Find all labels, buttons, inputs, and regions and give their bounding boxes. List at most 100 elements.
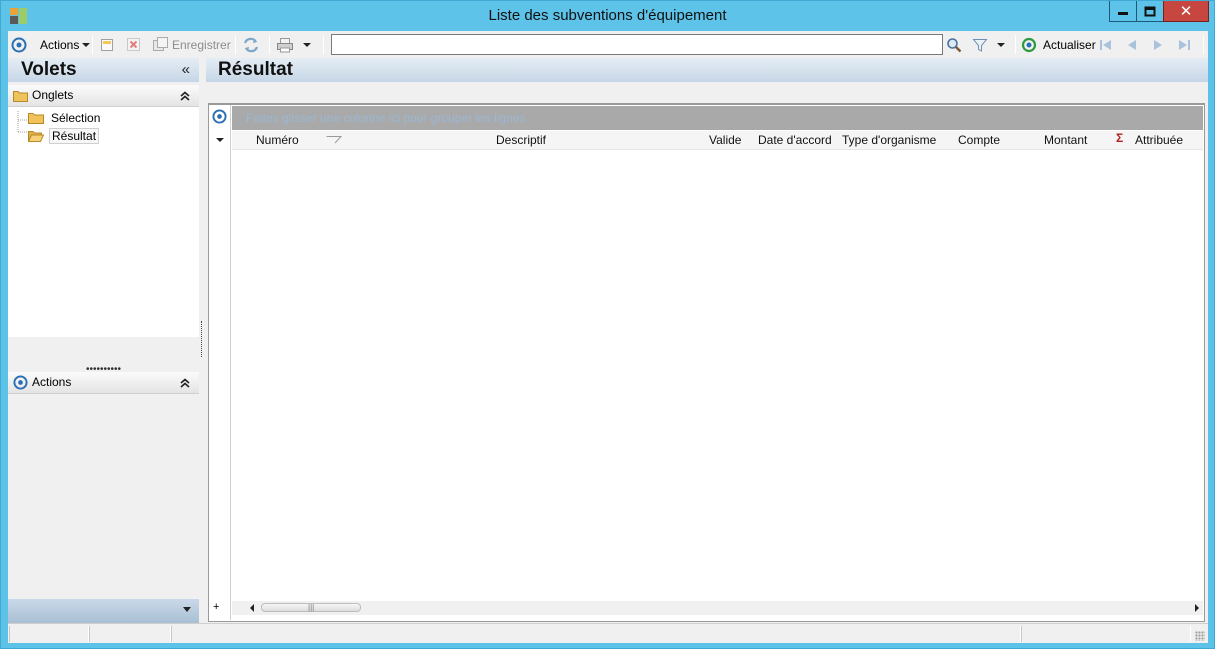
- onglets-tree: Sélection Résultat: [8, 107, 199, 337]
- client-area: Actions Enregistrer Actualiser Volets « …: [8, 31, 1208, 643]
- double-chevron-up-icon[interactable]: [180, 91, 190, 101]
- last-record-button[interactable]: [1176, 34, 1192, 55]
- status-cell: [89, 626, 171, 642]
- minimize-button[interactable]: [1109, 1, 1137, 22]
- window-title: Liste des subventions d'équipement: [488, 7, 727, 24]
- new-record-icon: [101, 39, 113, 51]
- filter-button[interactable]: [972, 34, 1005, 55]
- search-button[interactable]: [946, 34, 962, 55]
- scrollbar-thumb[interactable]: |||: [261, 603, 361, 612]
- double-chevron-up-icon[interactable]: [180, 378, 190, 388]
- column-header-descriptif[interactable]: Descriptif: [496, 133, 546, 147]
- actions-menu-button[interactable]: Actions: [40, 34, 91, 55]
- vertical-splitter[interactable]: [201, 321, 203, 357]
- search-input[interactable]: [332, 35, 942, 54]
- new-button[interactable]: [100, 34, 115, 55]
- toolbar-divider: [269, 35, 270, 54]
- maximize-button[interactable]: [1136, 1, 1164, 22]
- tree-item-label: Résultat: [49, 127, 100, 144]
- actions-menu-label: Actions: [40, 37, 80, 52]
- chevron-down-icon[interactable]: [303, 42, 311, 47]
- search-field[interactable]: [331, 34, 943, 55]
- magnifier-icon: [947, 37, 962, 52]
- next-record-icon: [1154, 39, 1162, 50]
- close-icon: ✕: [1179, 2, 1193, 20]
- previous-record-icon: [1128, 39, 1136, 50]
- chevron-down-icon[interactable]: [997, 42, 1005, 47]
- column-header-row: Numéro Descriptif Valide Date d'accord T…: [232, 131, 1203, 150]
- application-window: Liste des subventions d'équipement ✕ Act…: [0, 0, 1215, 649]
- resize-grip-icon[interactable]: [1195, 631, 1205, 641]
- collapse-pane-icon[interactable]: «: [182, 61, 190, 78]
- toolbar: Actions Enregistrer Actualiser: [8, 31, 1208, 58]
- folder-icon: [28, 113, 44, 124]
- expand-plus-icon[interactable]: +: [213, 601, 219, 613]
- ring-icon[interactable]: [212, 109, 227, 124]
- print-button[interactable]: [276, 34, 311, 55]
- tree-item-selection[interactable]: Sélection: [28, 109, 102, 126]
- folder-icon: [13, 91, 28, 102]
- options-button[interactable]: [11, 34, 27, 55]
- grip-icon: |||: [308, 603, 315, 612]
- result-pane: Résultat + Faites glisser une colonne ic…: [206, 58, 1208, 623]
- save-button[interactable]: Enregistrer: [152, 34, 231, 55]
- tree-item-label: Sélection: [51, 110, 101, 125]
- first-record-icon: [1100, 39, 1111, 50]
- column-header-date-accord[interactable]: Date d'accord: [758, 133, 832, 147]
- left-pane: Volets « Onglets Sélection Résultat ••••…: [8, 58, 199, 623]
- sum-icon[interactable]: Σ: [1116, 131, 1123, 145]
- refresh-label: Actualiser: [1043, 37, 1096, 52]
- toolbar-divider: [92, 35, 93, 54]
- column-header-numero[interactable]: Numéro: [256, 133, 299, 147]
- left-pane-title: Volets: [21, 59, 77, 80]
- scroll-right-icon[interactable]: [1195, 604, 1199, 612]
- toolbar-divider: [1203, 35, 1204, 54]
- ring-icon: [13, 375, 28, 390]
- actions-group-label: Actions: [32, 375, 72, 389]
- sync-button[interactable]: [242, 34, 260, 55]
- column-header-montant[interactable]: Montant: [1044, 133, 1087, 147]
- result-pane-title: Résultat: [218, 59, 293, 80]
- sort-indicator-icon: [326, 136, 342, 144]
- group-by-area[interactable]: Faites glisser une colonne ici pour grou…: [232, 106, 1203, 130]
- row-selector-column: +: [209, 105, 231, 620]
- toolbar-divider: [235, 35, 236, 54]
- column-header-type-organisme[interactable]: Type d'organisme: [842, 133, 936, 147]
- minimize-icon: [1118, 12, 1128, 15]
- sync-icon: [243, 37, 259, 52]
- result-pane-header: Résultat: [206, 58, 1208, 82]
- chevron-down-icon: [82, 42, 91, 47]
- save-label: Enregistrer: [172, 37, 231, 52]
- last-record-icon: [1179, 39, 1190, 50]
- previous-record-button[interactable]: [1124, 34, 1140, 55]
- first-record-button[interactable]: [1098, 34, 1114, 55]
- column-header-attribuee[interactable]: Attribuée: [1135, 133, 1183, 147]
- status-cell: [9, 626, 89, 642]
- toolbar-divider: [1015, 35, 1016, 54]
- onglets-group-header[interactable]: Onglets: [8, 85, 199, 107]
- ring-icon: [11, 37, 27, 52]
- tree-item-resultat[interactable]: Résultat: [28, 127, 100, 144]
- status-cell: [1021, 626, 1191, 642]
- actions-group-header[interactable]: Actions: [8, 372, 199, 394]
- chevron-down-icon[interactable]: [216, 138, 224, 142]
- results-grid[interactable]: + Faites glisser une colonne ici pour gr…: [208, 103, 1205, 622]
- onglets-label: Onglets: [32, 88, 74, 102]
- refresh-button[interactable]: Actualiser: [1021, 34, 1096, 55]
- title-bar: Liste des subventions d'équipement ✕: [1, 1, 1214, 31]
- next-record-button[interactable]: [1150, 34, 1166, 55]
- column-header-valide[interactable]: Valide: [709, 133, 741, 147]
- save-icon: [153, 37, 168, 51]
- scroll-left-icon[interactable]: [250, 604, 254, 612]
- status-bar: [8, 623, 1208, 643]
- delete-button[interactable]: [126, 34, 141, 55]
- group-by-hint: Faites glisser une colonne ici pour grou…: [246, 111, 526, 125]
- left-pane-footer: [8, 599, 199, 623]
- delete-icon: [127, 38, 140, 51]
- maximize-icon: [1144, 6, 1156, 16]
- horizontal-scrollbar[interactable]: |||: [232, 601, 1203, 615]
- close-button[interactable]: ✕: [1163, 1, 1209, 22]
- toolbar-divider: [323, 35, 324, 54]
- column-header-compte[interactable]: Compte: [958, 133, 1000, 147]
- chevron-down-icon[interactable]: [183, 607, 191, 612]
